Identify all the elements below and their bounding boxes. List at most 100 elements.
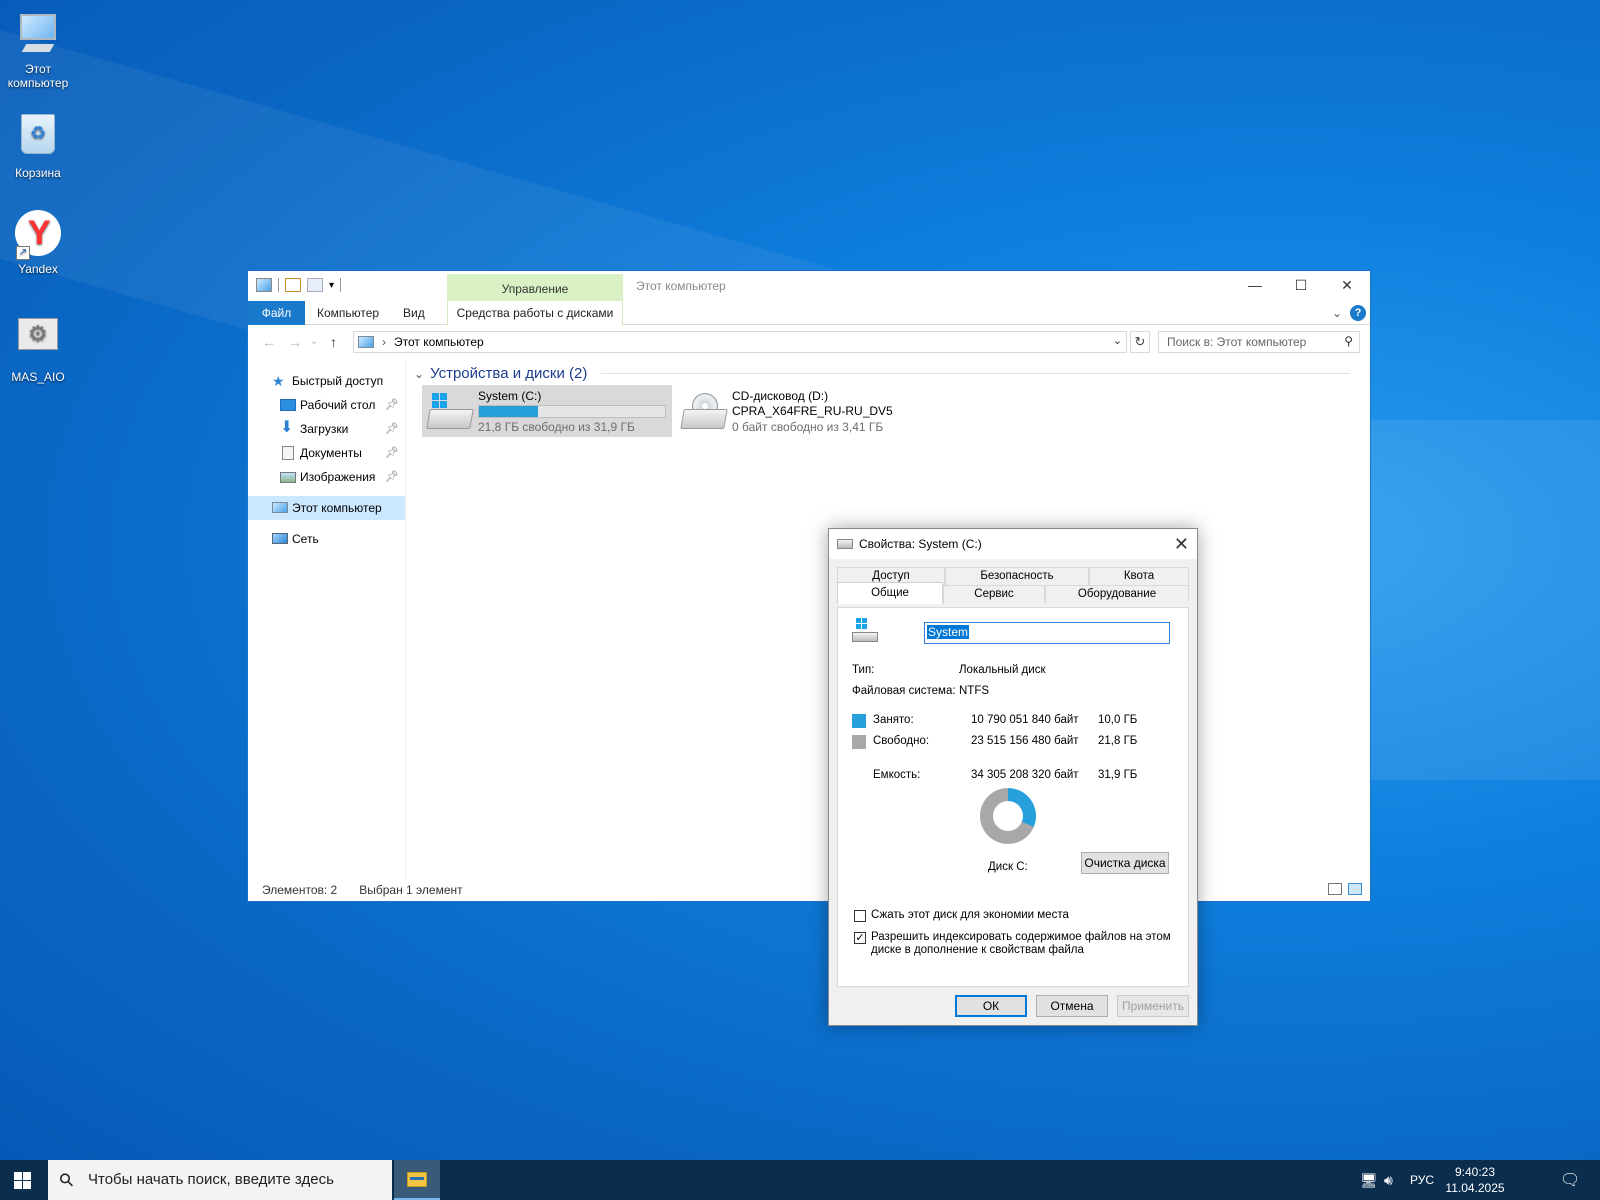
- nav-label: Документы: [300, 446, 362, 460]
- nav-this-pc[interactable]: Этот компьютер: [248, 496, 405, 520]
- properties-icon[interactable]: [285, 278, 301, 292]
- tab-general[interactable]: Общие: [837, 582, 943, 604]
- up-arrow-icon[interactable]: ↑: [330, 334, 337, 350]
- tab-security[interactable]: Безопасность: [945, 567, 1089, 585]
- computer-small-icon: [256, 278, 272, 292]
- refresh-icon[interactable]: ↻: [1130, 331, 1150, 353]
- used-label: Занято:: [873, 714, 914, 726]
- breadcrumb-chevron-icon[interactable]: ›: [382, 335, 386, 349]
- dialog-titlebar[interactable]: Свойства: System (C:) ✕: [829, 529, 1197, 559]
- help-icon[interactable]: ?: [1350, 305, 1366, 321]
- group-header-label: Устройства и диски (2): [430, 365, 588, 382]
- details-view-icon[interactable]: [1328, 883, 1342, 895]
- desktop-folder-icon: [280, 399, 296, 411]
- search-input[interactable]: Поиск в: Этот компьютер ⚲: [1158, 331, 1360, 353]
- tab-view[interactable]: Вид: [391, 301, 437, 325]
- tab-file[interactable]: Файл: [248, 301, 305, 325]
- recent-locations-chevron-icon[interactable]: ⌄: [310, 336, 318, 347]
- start-button[interactable]: [14, 1172, 31, 1189]
- tab-tools[interactable]: Сервис: [943, 585, 1045, 603]
- volume-name-input[interactable]: System: [924, 622, 1170, 644]
- address-field[interactable]: › Этот компьютер ⌄: [353, 331, 1127, 353]
- desktop-icon-label: Корзина: [15, 166, 61, 180]
- apply-button[interactable]: Применить: [1117, 995, 1189, 1017]
- close-button[interactable]: ✕: [1324, 271, 1370, 301]
- computer-icon: [14, 10, 62, 58]
- nav-network[interactable]: Сеть: [248, 527, 405, 551]
- ok-button[interactable]: ОК: [955, 995, 1027, 1017]
- customize-toolbar-chevron-icon[interactable]: ▾: [329, 280, 334, 291]
- maximize-button[interactable]: ☐: [1278, 271, 1324, 301]
- allow-indexing-checkbox[interactable]: ✓: [854, 932, 866, 944]
- drive-free-text: 0 байт свободно из 3,41 ГБ: [732, 420, 884, 434]
- shortcut-arrow-icon: ↗: [16, 246, 30, 260]
- breadcrumb-this-pc[interactable]: Этот компьютер: [394, 335, 484, 349]
- search-icon: ⚲: [1344, 334, 1353, 348]
- hard-drive-windows-icon: [852, 618, 878, 644]
- new-folder-icon[interactable]: [307, 278, 323, 292]
- cancel-button[interactable]: Отмена: [1036, 995, 1108, 1017]
- group-header[interactable]: ⌄ Устройства и диски (2): [414, 365, 1350, 382]
- explorer-titlebar[interactable]: ▾ Управление Этот компьютер — ☐ ✕: [248, 271, 1370, 301]
- tab-quota[interactable]: Квота: [1089, 567, 1189, 585]
- tab-computer[interactable]: Компьютер: [305, 301, 391, 325]
- status-items-count: Элементов: 2: [262, 883, 338, 897]
- computer-small-icon: [358, 336, 374, 348]
- nav-pictures[interactable]: Изображения 📌︎: [248, 465, 405, 489]
- desktop-icon-mas-aio[interactable]: MAS_AIO: [0, 310, 76, 384]
- navigation-pane: ★ Быстрый доступ Рабочий стол 📌︎ ⬇ Загру…: [248, 359, 406, 879]
- desktop-icon-label: MAS_AIO: [11, 370, 65, 384]
- forward-arrow-icon[interactable]: →: [288, 334, 302, 350]
- pin-icon[interactable]: 📌︎: [385, 417, 399, 441]
- tab-disk-tools[interactable]: Средства работы с дисками: [447, 301, 623, 325]
- notifications-icon[interactable]: 🗨︎: [1560, 1170, 1580, 1190]
- contextual-tab-manage[interactable]: Управление: [447, 274, 623, 301]
- nav-documents[interactable]: Документы 📌︎: [248, 441, 405, 465]
- status-bar: Элементов: 2 Выбран 1 элемент: [248, 879, 1370, 901]
- address-dropdown-chevron-icon[interactable]: ⌄: [1113, 334, 1122, 347]
- pin-icon[interactable]: 📌︎: [385, 465, 399, 489]
- network-icon[interactable]: 🖥︎: [1360, 1172, 1378, 1189]
- taskbar-file-explorer[interactable]: [394, 1160, 440, 1200]
- collapse-chevron-icon[interactable]: ⌄: [414, 367, 424, 381]
- pin-icon[interactable]: 📌︎: [385, 393, 399, 417]
- desktop-icon-recycle-bin[interactable]: Корзина: [0, 110, 76, 180]
- drive-c[interactable]: System (C:) 21,8 ГБ свободно из 31,9 ГБ: [422, 385, 672, 437]
- nav-label: Загрузки: [300, 422, 349, 436]
- drive-d[interactable]: CD-дисковод (D:) CPRA_X64FRE_RU-RU_DV5 0…: [676, 385, 916, 437]
- disk-label: Диск C:: [988, 861, 1028, 873]
- nav-label: Этот компьютер: [292, 501, 382, 515]
- expand-ribbon-chevron-icon[interactable]: ⌄: [1332, 306, 1342, 320]
- capacity-label: Емкость:: [873, 769, 921, 781]
- yandex-browser-icon: Y ↗: [14, 210, 62, 260]
- large-icons-view-icon[interactable]: [1348, 883, 1362, 895]
- clock[interactable]: 9:40:23 11.04.2025: [1440, 1164, 1510, 1196]
- nav-desktop[interactable]: Рабочий стол 📌︎: [248, 393, 405, 417]
- close-icon[interactable]: ✕: [1174, 529, 1189, 559]
- desktop-icon-yandex[interactable]: Y ↗ Yandex: [0, 210, 76, 276]
- filesystem-label: Файловая система:: [852, 685, 956, 697]
- nav-label: Быстрый доступ: [292, 374, 384, 388]
- taskbar-search-placeholder: Чтобы начать поиск, введите здесь: [88, 1171, 334, 1188]
- disk-cleanup-button[interactable]: Очистка диска: [1081, 852, 1169, 874]
- tab-hardware[interactable]: Оборудование: [1045, 585, 1189, 603]
- volume-name-value: System: [927, 625, 970, 639]
- nav-downloads[interactable]: ⬇ Загрузки 📌︎: [248, 417, 405, 441]
- desktop-icon-this-pc[interactable]: Этот компьютер: [0, 10, 76, 90]
- minimize-button[interactable]: —: [1232, 271, 1278, 301]
- nav-label: Рабочий стол: [300, 398, 376, 412]
- used-bytes: 10 790 051 840 байт: [971, 714, 1079, 726]
- language-indicator[interactable]: РУС: [1410, 1173, 1434, 1187]
- back-arrow-icon[interactable]: ←: [262, 334, 276, 350]
- pin-icon[interactable]: 📌︎: [385, 441, 399, 465]
- system-tray: 🖥︎ 🔊︎ РУС 9:40:23 11.04.2025 🗨︎: [1360, 1160, 1600, 1200]
- free-label: Свободно:: [873, 735, 930, 747]
- nav-quick-access[interactable]: ★ Быстрый доступ: [248, 369, 405, 393]
- drive-name: CD-дисковод (D:): [732, 389, 829, 403]
- compress-drive-label: Сжать этот диск для экономии места: [871, 909, 1069, 921]
- type-label: Тип:: [852, 664, 875, 676]
- volume-icon[interactable]: 🔊︎: [1384, 1172, 1393, 1189]
- taskbar-search-box[interactable]: ⚲ Чтобы начать поиск, введите здесь: [48, 1160, 392, 1200]
- compress-drive-checkbox[interactable]: [854, 910, 866, 922]
- general-tab-panel: System Тип: Локальный диск Файловая сист…: [837, 607, 1189, 987]
